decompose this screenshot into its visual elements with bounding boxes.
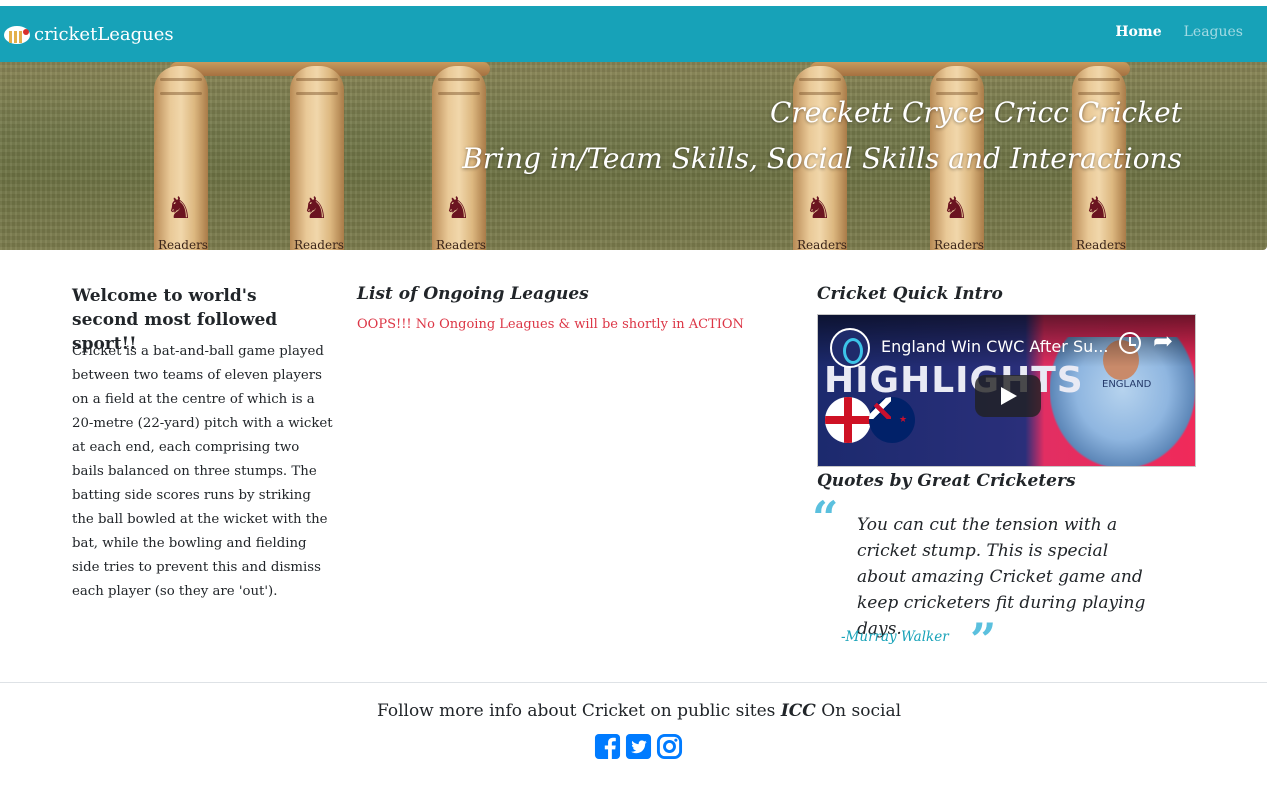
stump-brand-label: Readers <box>158 238 208 250</box>
quote-author: -Murray Walker <box>841 629 949 645</box>
video-jersey-text: ENGLAND <box>1102 379 1152 390</box>
video-highlights-text: HIGHLIGHTS <box>824 360 1084 401</box>
nav-links: Home Leagues <box>1115 24 1243 40</box>
twitter-link[interactable] <box>625 733 652 760</box>
brand-link[interactable]: cricketLeagues <box>3 19 174 49</box>
share-icon[interactable]: ➦ <box>1153 327 1173 355</box>
stump-brand-label: Readers <box>294 238 344 250</box>
brand-name: cricketLeagues <box>34 23 174 45</box>
open-quote-icon: “ <box>812 491 839 545</box>
footer-icc-text: ICC <box>780 701 816 721</box>
horse-logo-icon: ♞ <box>805 191 832 226</box>
leagues-heading: List of Ongoing Leagues <box>357 284 589 304</box>
close-quote-icon: ” <box>970 613 997 667</box>
nav-leagues-link[interactable]: Leagues <box>1184 24 1243 40</box>
twitter-icon <box>625 733 652 760</box>
social-links <box>594 733 683 760</box>
watch-later-icon[interactable] <box>1119 332 1141 354</box>
quotes-heading: Quotes by Great Cricketers <box>817 471 1076 491</box>
hero-title: Creckett Cryce Cricc Cricket <box>769 96 1182 129</box>
no-leagues-message: OOPS!!! No Ongoing Leagues & will be sho… <box>357 317 744 332</box>
new-zealand-flag-icon <box>869 397 915 443</box>
stump-brand-label: Readers <box>436 238 486 250</box>
hero-subtitle: Bring in/Team Skills, Social Skills and … <box>462 142 1182 175</box>
instagram-icon <box>656 733 683 760</box>
footer-text-tail: On social <box>815 701 902 721</box>
horse-logo-icon: ♞ <box>166 191 193 226</box>
welcome-paragraph: Cricket is a bat-and-ball game played be… <box>72 344 333 599</box>
intro-heading: Cricket Quick Intro <box>817 284 1003 304</box>
stump-brand-label: Readers <box>934 238 984 250</box>
navbar: cricketLeagues Home Leagues <box>0 6 1267 62</box>
stump: ♞ Readers <box>154 66 208 250</box>
video-title[interactable]: England Win CWC After Su... <box>881 337 1109 356</box>
cricket-logo-icon <box>3 23 33 45</box>
facebook-icon <box>594 733 621 760</box>
stump-brand-label: Readers <box>1076 238 1126 250</box>
footer-text-lead: Follow more info about Cricket on public… <box>376 701 781 721</box>
channel-avatar[interactable] <box>830 328 870 368</box>
footer-divider <box>0 682 1267 683</box>
horse-logo-icon: ♞ <box>942 191 969 226</box>
stump: ♞ Readers <box>290 66 344 250</box>
quote-text: You can cut the tension with a cricket s… <box>857 515 1146 639</box>
play-button[interactable] <box>975 375 1041 417</box>
nav-home-link[interactable]: Home <box>1115 24 1161 40</box>
hero-banner: ♞ Readers ♞ Readers ♞ Readers ♞ Readers … <box>0 62 1267 250</box>
england-flag-icon <box>825 397 871 443</box>
stump-brand-label: Readers <box>797 238 847 250</box>
instagram-link[interactable] <box>656 733 683 760</box>
horse-logo-icon: ♞ <box>444 191 471 226</box>
horse-logo-icon: ♞ <box>302 191 329 226</box>
facebook-link[interactable] <box>594 733 621 760</box>
horse-logo-icon: ♞ <box>1084 191 1111 226</box>
footer-text: Follow more info about Cricket on public… <box>0 701 1267 721</box>
video-embed[interactable]: ENGLAND HIGHLIGHTS England Win CWC After… <box>817 314 1196 467</box>
